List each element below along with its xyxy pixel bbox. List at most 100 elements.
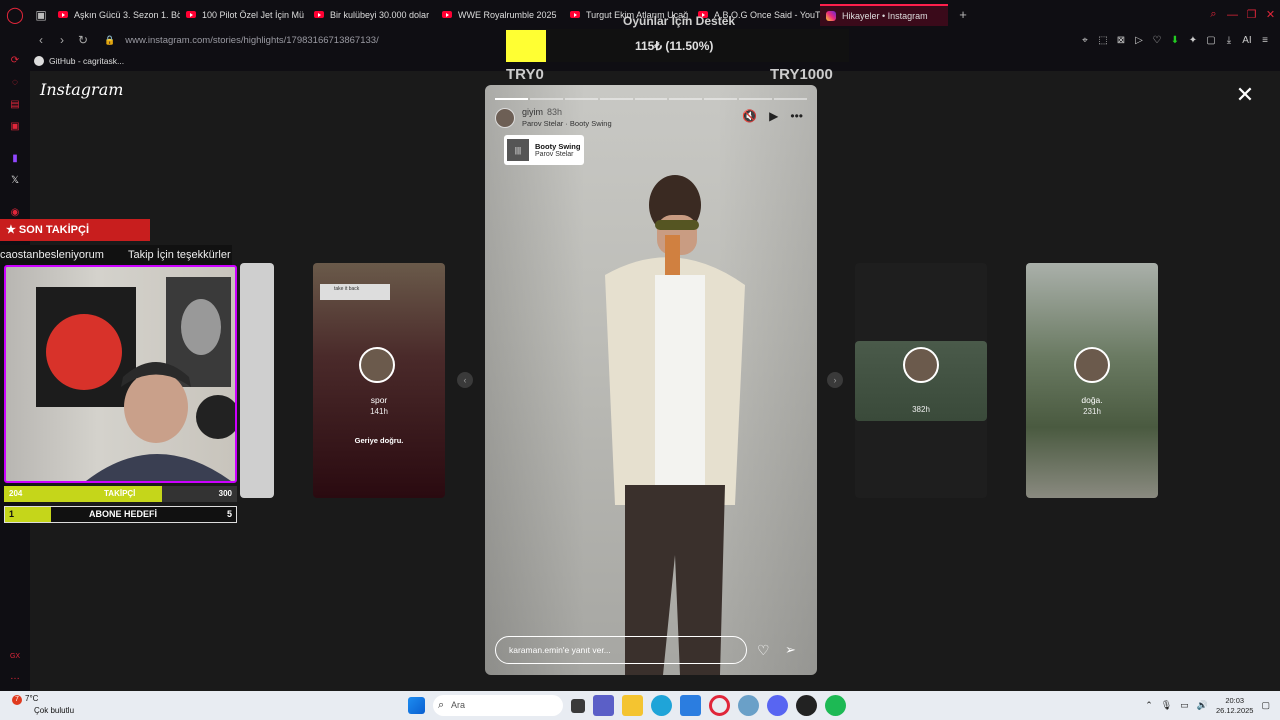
profile-icon[interactable]: ▢ (1204, 35, 1218, 46)
next-story-button[interactable]: › (827, 372, 843, 388)
volume-icon[interactable]: 🔊 (1197, 700, 1208, 711)
tab-1[interactable]: Aşkın Gücü 3. Sezon 1. Bö (52, 4, 180, 26)
x-icon[interactable]: 𝕏 (9, 175, 21, 187)
tab-4[interactable]: WWE Royalrumble 2025 (436, 4, 564, 26)
search-tabs-icon[interactable]: ⌕ (1204, 0, 1223, 29)
reload-icon[interactable]: ↻ (74, 33, 92, 47)
subscriber-current: 1 (9, 509, 15, 519)
edge-icon[interactable] (651, 695, 672, 716)
windows-start-icon[interactable] (408, 697, 425, 714)
close-window-icon[interactable]: ✕ (1261, 0, 1280, 29)
youtube-icon (570, 11, 580, 18)
avatar[interactable] (495, 107, 515, 128)
chat-icon[interactable]: ▤ (9, 99, 21, 111)
minimize-icon[interactable]: — (1223, 0, 1242, 29)
clock[interactable]: 20:03 26.12.2025 (1216, 696, 1254, 716)
story-preview-doga[interactable]: doğa. 231h (1026, 263, 1158, 498)
avatar (903, 347, 939, 383)
progress-segment (634, 98, 668, 100)
story-preview-left[interactable] (240, 263, 274, 498)
story-preview-spor[interactable]: take it back spor 141h Geriye doğru. (313, 263, 445, 498)
bookmark-github[interactable]: GitHub - cagritask... (34, 56, 124, 66)
send-icon[interactable]: ➢ (785, 642, 796, 658)
weather-icon: 7 (12, 695, 22, 705)
bookmark-icon[interactable]: ⌖ (1078, 35, 1092, 46)
story-header: giyim 83h Parov Stelar · Booty Swing (495, 107, 612, 128)
story-song[interactable]: Parov Stelar · Booty Swing (522, 119, 612, 128)
donation-amount: 115₺ (11.50%) (635, 39, 714, 53)
shield-icon[interactable]: ⊠ (1114, 35, 1128, 46)
player-icon[interactable]: ▷ (1132, 35, 1146, 46)
home-icon[interactable]: ⟳ (9, 55, 21, 67)
menu-icon[interactable]: ≡ (1258, 35, 1272, 46)
close-icon[interactable]: ✕ (1235, 84, 1255, 106)
story-time: 83h (547, 107, 563, 117)
sidebar-settings-icon[interactable]: ◉ (9, 207, 21, 219)
tab-instagram[interactable]: Hikayeler • Instagram (820, 3, 948, 26)
follower-goal-fill (4, 486, 163, 502)
settings-app-icon[interactable] (738, 695, 759, 716)
youtube-icon (186, 11, 196, 18)
tab-menu-icon[interactable]: ▣ (30, 0, 52, 29)
download-icon[interactable]: ⤓ (1222, 35, 1236, 46)
gx-icon[interactable]: GX (9, 651, 21, 663)
follower-label: TAKİPÇİ (104, 489, 136, 498)
weather-temp: 7°C (25, 694, 39, 703)
subscriber-label: ABONE HEDEFİ (89, 509, 158, 519)
discord-icon[interactable] (767, 695, 788, 716)
progress-segment (495, 98, 528, 100)
last-follower-header: ★ SON TAKİPÇİ (0, 219, 150, 241)
previous-story-button[interactable]: ‹ (457, 372, 473, 388)
story-main[interactable]: giyim 83h Parov Stelar · Booty Swing 🔇 ▶ … (485, 85, 817, 675)
webcam-feed (4, 265, 237, 483)
more-icon[interactable]: … (9, 671, 21, 683)
url-field[interactable]: www.instagram.com/stories/highlights/179… (125, 35, 379, 46)
extension-green-icon[interactable]: ⬇ (1168, 35, 1182, 46)
obs-icon[interactable] (796, 695, 817, 716)
microphone-icon[interactable]: 🎙 (1161, 700, 1172, 711)
play-icon[interactable]: ▶ (769, 109, 778, 123)
ai-icon[interactable]: AI (1240, 35, 1254, 46)
news-icon[interactable]: ▣ (9, 121, 21, 133)
tab-3[interactable]: Bir kulübeyi 30.000 dolar (308, 4, 436, 26)
taskbar-search[interactable]: Ara (433, 695, 563, 716)
weather-widget[interactable]: 7 7°C Çok bulutlu (12, 693, 74, 716)
maximize-icon[interactable]: ❐ (1242, 0, 1261, 29)
tray-expand-icon[interactable]: ⌃ (1145, 700, 1153, 711)
forward-icon[interactable]: › (53, 33, 71, 47)
file-explorer-icon[interactable] (622, 695, 643, 716)
twitch-icon[interactable]: ▮ (9, 153, 21, 165)
store-icon[interactable] (680, 695, 701, 716)
opera-logo-icon[interactable]: ◯ (0, 0, 30, 29)
follower-ticker: caostanbesleniyorum Takip İçin teşekkürle… (0, 245, 232, 265)
extension-icon[interactable]: ✦ (1186, 35, 1200, 46)
mute-icon[interactable]: 🔇 (742, 109, 757, 123)
taskbar-apps: Ara (408, 695, 846, 716)
spotify-icon[interactable] (825, 695, 846, 716)
new-tab-button[interactable]: + (954, 6, 972, 24)
messenger-icon[interactable]: ◌ (9, 77, 21, 89)
preview-time: 141h (370, 407, 388, 416)
display-icon[interactable]: ▭ (1180, 700, 1189, 711)
music-sticker[interactable]: ||| Booty Swing Parov Stelar (504, 135, 584, 165)
browser-toolbar: ⌖ ⬚ ⊠ ▷ ♡ ⬇ ✦ ▢ ⤓ AI ≡ (1078, 29, 1272, 51)
windows-taskbar: 77°C Çok bulutlu Ara ⌃ 🎙 ▭ 🔊 20:03 26.12… (0, 691, 1280, 720)
story-preview-group[interactable]: 382h (855, 341, 987, 421)
progress-segment (669, 98, 703, 100)
task-view-icon[interactable] (571, 698, 585, 713)
album-art-icon: ||| (507, 139, 529, 161)
more-options-icon[interactable]: ••• (790, 109, 803, 123)
tab-2[interactable]: 100 Pilot Özel Jet İçin Mü (180, 4, 308, 26)
ticker-text-1: caostanbesleniyorum (0, 249, 104, 261)
teams-icon[interactable] (593, 695, 614, 716)
reply-input[interactable]: karaman.emin'e yanıt ver... (495, 636, 747, 664)
opera-gx-icon[interactable] (709, 695, 730, 716)
back-icon[interactable]: ‹ (32, 33, 50, 47)
instagram-logo[interactable]: Instagram (40, 80, 123, 99)
heart-icon[interactable]: ♡ (1150, 35, 1164, 46)
story-username[interactable]: giyim (522, 107, 543, 117)
preview-caption: Geriye doğru. (354, 436, 404, 445)
notification-icon[interactable]: ▢ (1261, 700, 1270, 711)
snapshot-icon[interactable]: ⬚ (1096, 35, 1110, 46)
like-heart-icon[interactable]: ♡ (757, 642, 770, 659)
